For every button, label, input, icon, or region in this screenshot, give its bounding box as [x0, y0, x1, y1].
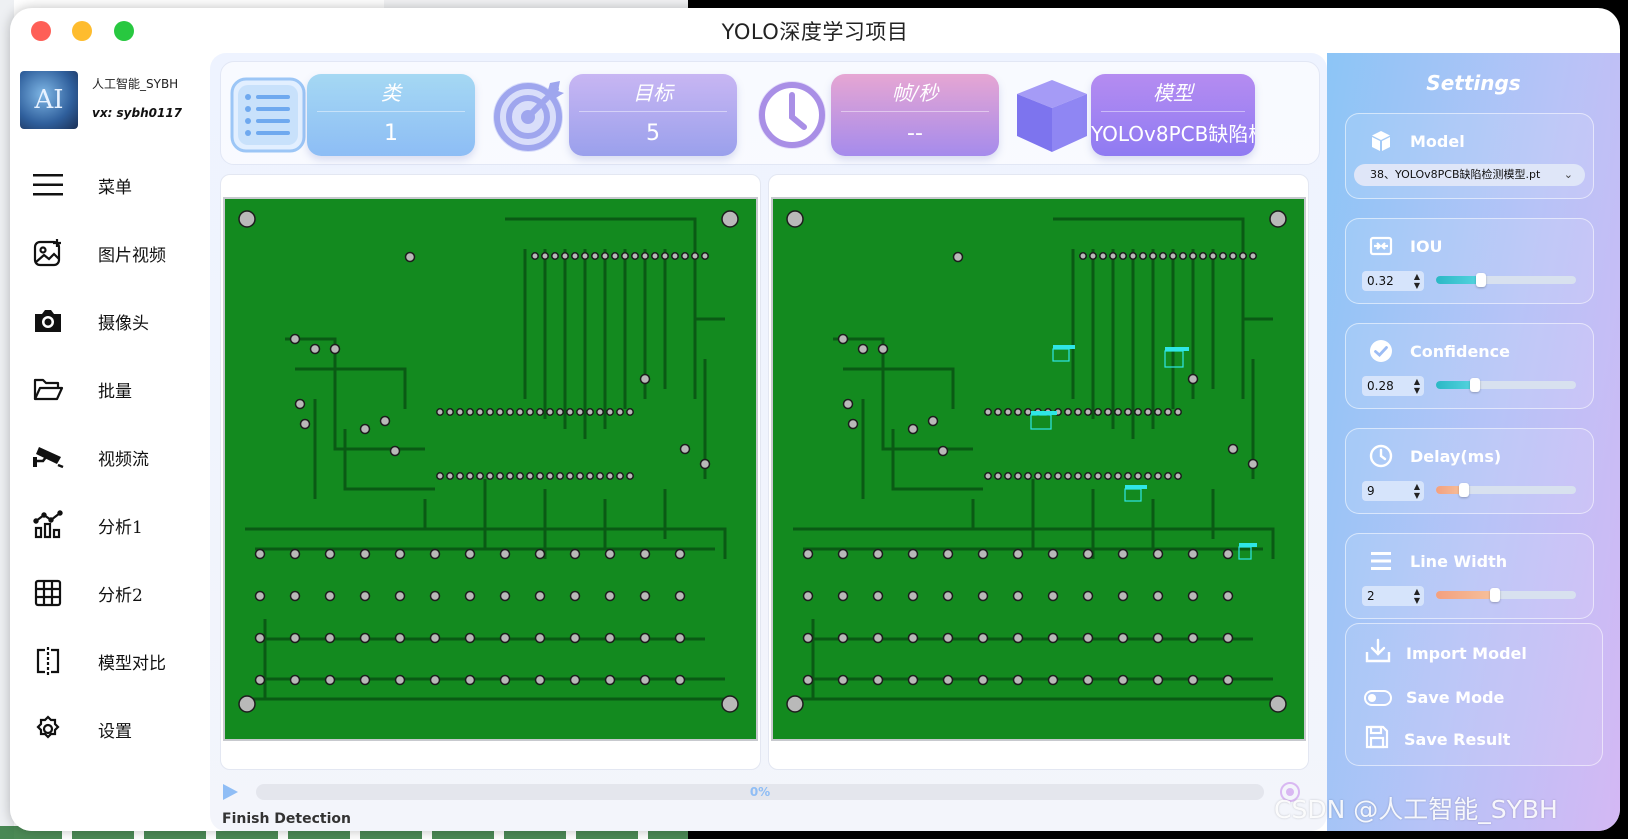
camera-icon: [28, 301, 68, 341]
profile-name: 人工智能_SYBH: [92, 77, 179, 91]
sidebar-item-analysis-2[interactable]: 分析2: [10, 559, 210, 627]
chevron-down-icon: ⌄: [1563, 168, 1573, 181]
save-icon: [1364, 724, 1390, 754]
delay-slider[interactable]: [1436, 483, 1576, 497]
check-circle-icon: [1368, 338, 1394, 364]
delay-spinbox[interactable]: 9 ▲ ▼: [1362, 481, 1424, 501]
confidence-slider[interactable]: [1436, 378, 1576, 392]
actions-card: Import Model Save Mode Save Result: [1345, 623, 1603, 766]
iou-icon: [1368, 233, 1394, 259]
gear-icon: [28, 709, 68, 749]
table-icon: [28, 573, 68, 613]
delay-setting: Delay(ms) 9 ▲ ▼: [1345, 428, 1594, 514]
original-image: [223, 197, 758, 741]
sidebar-item-analysis-1[interactable]: 分析1: [10, 491, 210, 559]
profile-wechat: vx: sybh0117: [92, 106, 183, 120]
play-icon[interactable]: [220, 782, 240, 802]
avatar: AI: [20, 71, 78, 129]
sidebar-nav: 菜单 图片视频 摄像头 批量 视频流 分析1 分析2 模型对比 设置: [10, 151, 210, 763]
settings-panel: Settings Model 38、YOLOv8PCB缺陷检测模型.pt ⌄ IO…: [1327, 53, 1620, 831]
classes-count: 1: [384, 121, 398, 146]
model-setting: Model 38、YOLOv8PCB缺陷检测模型.pt ⌄: [1345, 113, 1594, 199]
progress-text: 0%: [749, 785, 771, 799]
menu-icon: [28, 165, 68, 205]
iou-slider[interactable]: [1436, 273, 1576, 287]
title-bar: YOLO深度学习项目: [10, 8, 1620, 53]
clock-icon: [751, 74, 833, 156]
save-mode-toggle[interactable]: Save Mode: [1364, 688, 1504, 707]
user-profile: AI 人工智能_SYBH vx: sybh0117: [20, 71, 182, 129]
image-icon: [28, 233, 68, 273]
status-text: Finish Detection: [222, 811, 351, 827]
classes-card: 类 1: [307, 74, 475, 156]
sidebar-item-model-compare[interactable]: 模型对比: [10, 627, 210, 695]
fps-value: --: [907, 121, 923, 146]
progress-bar: 0%: [256, 784, 1264, 800]
detection-image: [771, 197, 1306, 741]
progress-row: 0%: [220, 780, 1320, 804]
detection-image-panel: [768, 174, 1309, 770]
sidebar-item-settings[interactable]: 设置: [10, 695, 210, 763]
sidebar-item-video-stream[interactable]: 视频流: [10, 423, 210, 491]
sidebar-item-image-video[interactable]: 图片视频: [10, 219, 210, 287]
list-icon: [227, 74, 309, 156]
iou-spinbox[interactable]: 0.32 ▲ ▼: [1362, 271, 1424, 291]
settings-title: Settings: [1426, 71, 1521, 95]
cube-icon: [1011, 74, 1093, 156]
fps-card: 帧/秒 --: [831, 74, 999, 156]
targets-card: 目标 5: [569, 74, 737, 156]
line-width-slider[interactable]: [1436, 588, 1576, 602]
cube-icon: [1368, 128, 1394, 154]
line-width-spinbox[interactable]: 2 ▲ ▼: [1362, 586, 1424, 606]
model-name: YOLOv8PCB缺陷检测: [1091, 122, 1255, 146]
folder-icon: [28, 369, 68, 409]
line-width-setting: Line Width 2 ▲ ▼: [1345, 533, 1594, 619]
sidebar-item-batch[interactable]: 批量: [10, 355, 210, 423]
original-image-panel: [220, 174, 761, 770]
import-model-button[interactable]: Import Model: [1364, 638, 1527, 668]
target-icon: [489, 74, 571, 156]
minimize-window-button[interactable]: [72, 21, 92, 41]
confidence-setting: Confidence 0.28 ▲ ▼: [1345, 323, 1594, 409]
compare-icon: [28, 641, 68, 681]
model-card: 模型 YOLOv8PCB缺陷检测: [1091, 74, 1255, 156]
close-window-button[interactable]: [31, 21, 51, 41]
line-width-icon: [1368, 548, 1394, 574]
toggle-switch[interactable]: [1364, 689, 1392, 706]
chart-icon: [28, 505, 68, 545]
sidebar-item-menu[interactable]: 菜单: [10, 151, 210, 219]
app-window: YOLO深度学习项目 AI 人工智能_SYBH vx: sybh0117 菜单 …: [10, 8, 1620, 831]
window-title: YOLO深度学习项目: [721, 19, 909, 44]
maximize-window-button[interactable]: [114, 21, 134, 41]
iou-setting: IOU 0.32 ▲ ▼: [1345, 218, 1594, 304]
model-select[interactable]: 38、YOLOv8PCB缺陷检测模型.pt ⌄: [1354, 164, 1585, 186]
targets-count: 5: [646, 121, 660, 146]
confidence-spinbox[interactable]: 0.28 ▲ ▼: [1362, 376, 1424, 396]
clock-icon: [1368, 443, 1394, 469]
import-icon: [1364, 638, 1392, 668]
cctv-icon: [28, 437, 68, 477]
save-result-button[interactable]: Save Result: [1364, 724, 1510, 754]
sidebar: AI 人工智能_SYBH vx: sybh0117 菜单 图片视频 摄像头 批量…: [10, 53, 210, 831]
sidebar-item-camera[interactable]: 摄像头: [10, 287, 210, 355]
watermark: CSDN @人工智能_SYBH: [1274, 795, 1558, 824]
stats-bar: 类 1 目标 5 帧/秒 -- 模型 YOLOv8PCB缺陷: [220, 61, 1320, 165]
main-content: 类 1 目标 5 帧/秒 -- 模型 YOLOv8PCB缺陷 0% Finish…: [210, 53, 1327, 831]
